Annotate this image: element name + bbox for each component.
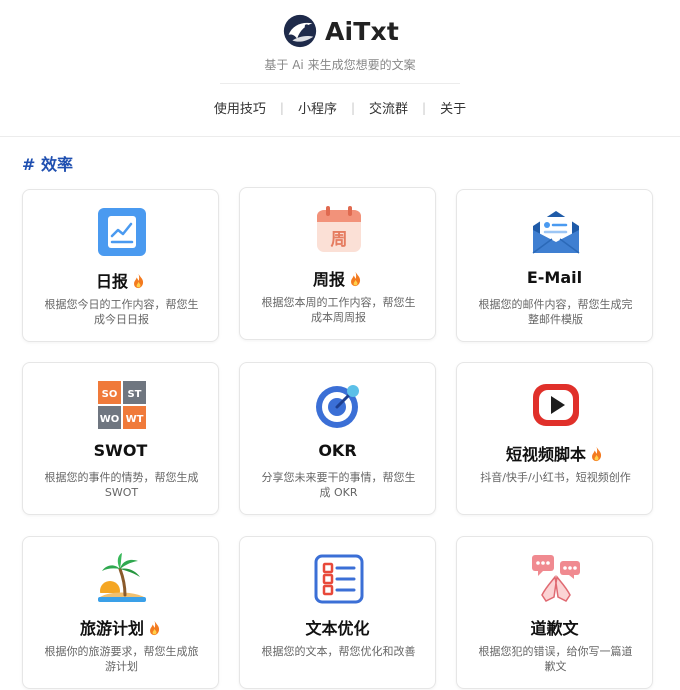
card-title: 文本优化	[305, 619, 370, 638]
card-title: 道歉文	[530, 619, 579, 638]
card-title: 周报	[240, 266, 435, 290]
envelope-icon	[532, 211, 580, 254]
card-title: 短视频脚本	[457, 441, 652, 465]
card-daily-report[interactable]: 日报 根据您今日的工作内容，帮您生成今日日报	[22, 189, 219, 342]
svg-text:WT: WT	[126, 414, 144, 425]
card-short-video-script[interactable]: 短视频脚本 抖音/快手/小红书，短视频创作	[456, 362, 653, 515]
svg-text:周: 周	[331, 230, 348, 250]
nav-separator: |	[350, 100, 356, 115]
tagline: 基于 Ai 来生成您想要的文案	[264, 58, 416, 72]
card-description: 根据您本周的工作内容，帮您生成本周周报	[261, 296, 416, 324]
card-text-optimize[interactable]: 文本优化 根据您的文本，帮您优化和改善	[239, 536, 436, 689]
card-description: 根据您的邮件内容，帮您生成完整邮件模版	[478, 298, 633, 326]
nav-separator: |	[279, 100, 284, 115]
fire-icon	[592, 446, 602, 462]
svg-text:SO: SO	[102, 389, 118, 400]
nav-separator: |	[422, 100, 427, 115]
daily-report-icon	[98, 208, 146, 256]
card-title: E-Mail	[526, 268, 583, 287]
target-icon	[316, 385, 359, 428]
fire-icon	[150, 620, 160, 636]
nav-about[interactable]: 关于	[437, 98, 469, 117]
card-title: 旅游计划	[23, 615, 218, 639]
brand[interactable]: AiTxt	[0, 12, 680, 50]
svg-text:WO: WO	[100, 414, 120, 425]
palm-island-icon	[96, 553, 148, 605]
nav-miniprogram[interactable]: 小程序	[295, 98, 340, 117]
card-description: 根据您今日的工作内容，帮您生成今日日报	[44, 298, 199, 326]
card-swot[interactable]: SO ST WO WT SWOT 根据您的事件的情势，帮您生成 SWOT	[22, 362, 219, 515]
card-description: 分享您未来要干的事情，帮您生成 OKR	[261, 471, 416, 499]
card-title: OKR	[318, 441, 357, 460]
card-description: 抖音/快手/小红书，短视频创作	[480, 471, 631, 484]
card-weekly-report[interactable]: 周 周报 根据您本周的工作内容，帮您生成本周周报	[239, 187, 436, 340]
nav-tips[interactable]: 使用技巧	[211, 98, 269, 117]
card-apology[interactable]: 道歉文 根据您犯的错误，给你写一篇道歉文	[456, 536, 653, 689]
card-okr[interactable]: OKR 分享您未来要干的事情，帮您生成 OKR	[239, 362, 436, 515]
nav-group[interactable]: 交流群	[366, 98, 411, 117]
card-description: 根据您犯的错误，给你写一篇道歉文	[478, 645, 633, 673]
section-title: # 效率	[22, 155, 73, 174]
svg-text:ST: ST	[127, 389, 141, 400]
header-divider	[220, 83, 460, 84]
fire-icon	[134, 273, 144, 289]
card-description: 根据您的事件的情势，帮您生成 SWOT	[44, 471, 199, 499]
top-nav: 使用技巧 | 小程序 | 交流群 | 关于	[0, 98, 680, 118]
card-travel-plan[interactable]: 旅游计划 根据你的旅游要求，帮您生成旅游计划	[22, 536, 219, 689]
card-email[interactable]: E-Mail 根据您的邮件内容，帮您生成完整邮件模版	[456, 189, 653, 342]
apology-hands-icon	[532, 555, 580, 602]
aitxt-logo-icon	[283, 14, 317, 48]
card-description: 根据你的旅游要求，帮您生成旅游计划	[44, 645, 199, 673]
card-title: 日报	[23, 268, 218, 292]
swot-grid-icon: SO ST WO WT	[98, 381, 146, 429]
list-document-icon	[314, 554, 364, 604]
video-play-icon	[533, 384, 579, 426]
header: AiTxt 基于 Ai 来生成您想要的文案 使用技巧 | 小程序 | 交流群 |…	[0, 0, 680, 137]
fire-icon	[351, 271, 361, 287]
brand-name: AiTxt	[324, 16, 400, 46]
card-title: SWOT	[93, 441, 148, 460]
calendar-week-icon: 周	[317, 206, 361, 252]
card-description: 根据您的文本，帮您优化和改善	[261, 645, 416, 658]
